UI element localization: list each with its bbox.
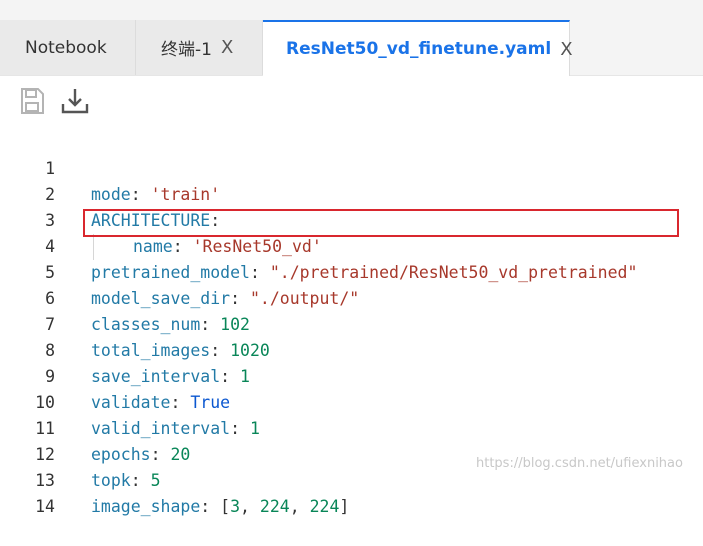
close-icon[interactable]: X: [221, 37, 233, 58]
top-strip: [0, 0, 703, 20]
watermark: https://blog.csdn.net/ufiexnihao: [476, 456, 683, 471]
code-line: 1 mode: 'train': [0, 130, 703, 204]
code-line: 11 epochs: 20: [0, 390, 703, 464]
tab-label: 终端-1: [161, 40, 212, 60]
editor-toolbar: [0, 85, 703, 119]
tab-resnet-yaml[interactable]: ResNet50_vd_finetune.yaml X: [263, 20, 573, 76]
code-line: 3 name: 'ResNet50_vd': [0, 182, 703, 260]
line-number: 14: [35, 497, 55, 516]
tab-label: Notebook: [25, 37, 107, 58]
code-line: 10 valid_interval: 1: [0, 364, 703, 438]
close-icon[interactable]: X: [560, 39, 572, 60]
tab-notebook[interactable]: Notebook: [0, 20, 136, 75]
yaml-bracket: [: [220, 497, 231, 516]
tab-terminal-1[interactable]: 终端-1 X: [136, 20, 263, 75]
code-line: 5 model_save_dir: "./output/": [0, 234, 703, 308]
code-line: 9 validate: True: [0, 338, 703, 412]
code-line: 6 classes_num: 102: [0, 260, 703, 334]
code-line: 8 save_interval: 1: [0, 312, 703, 386]
code-line: 2 ARCHITECTURE:: [0, 156, 703, 230]
yaml-separator: ,: [240, 497, 260, 516]
yaml-value: 224: [259, 497, 290, 516]
code-line: 7 total_images: 1020: [0, 286, 703, 360]
tab-bar: Notebook 终端-1 X ResNet50_vd_finetune.yam…: [0, 20, 703, 76]
yaml-separator: ,: [289, 497, 310, 516]
download-icon[interactable]: [60, 85, 90, 117]
yaml-bracket: ]: [339, 497, 350, 516]
save-icon[interactable]: [17, 85, 47, 117]
code-line: 12 topk: 5: [0, 416, 703, 490]
yaml-value: 3: [230, 497, 241, 516]
yaml-value: 224: [309, 497, 340, 516]
code-editor[interactable]: 1 mode: 'train' 2 ARCHITECTURE: 3 name: …: [0, 130, 703, 516]
yaml-separator: :: [200, 497, 221, 516]
code-line: 14: [0, 468, 703, 516]
tab-label: ResNet50_vd_finetune.yaml: [286, 39, 552, 59]
highlight-box: [83, 209, 679, 237]
yaml-key: image_shape: [91, 497, 201, 516]
